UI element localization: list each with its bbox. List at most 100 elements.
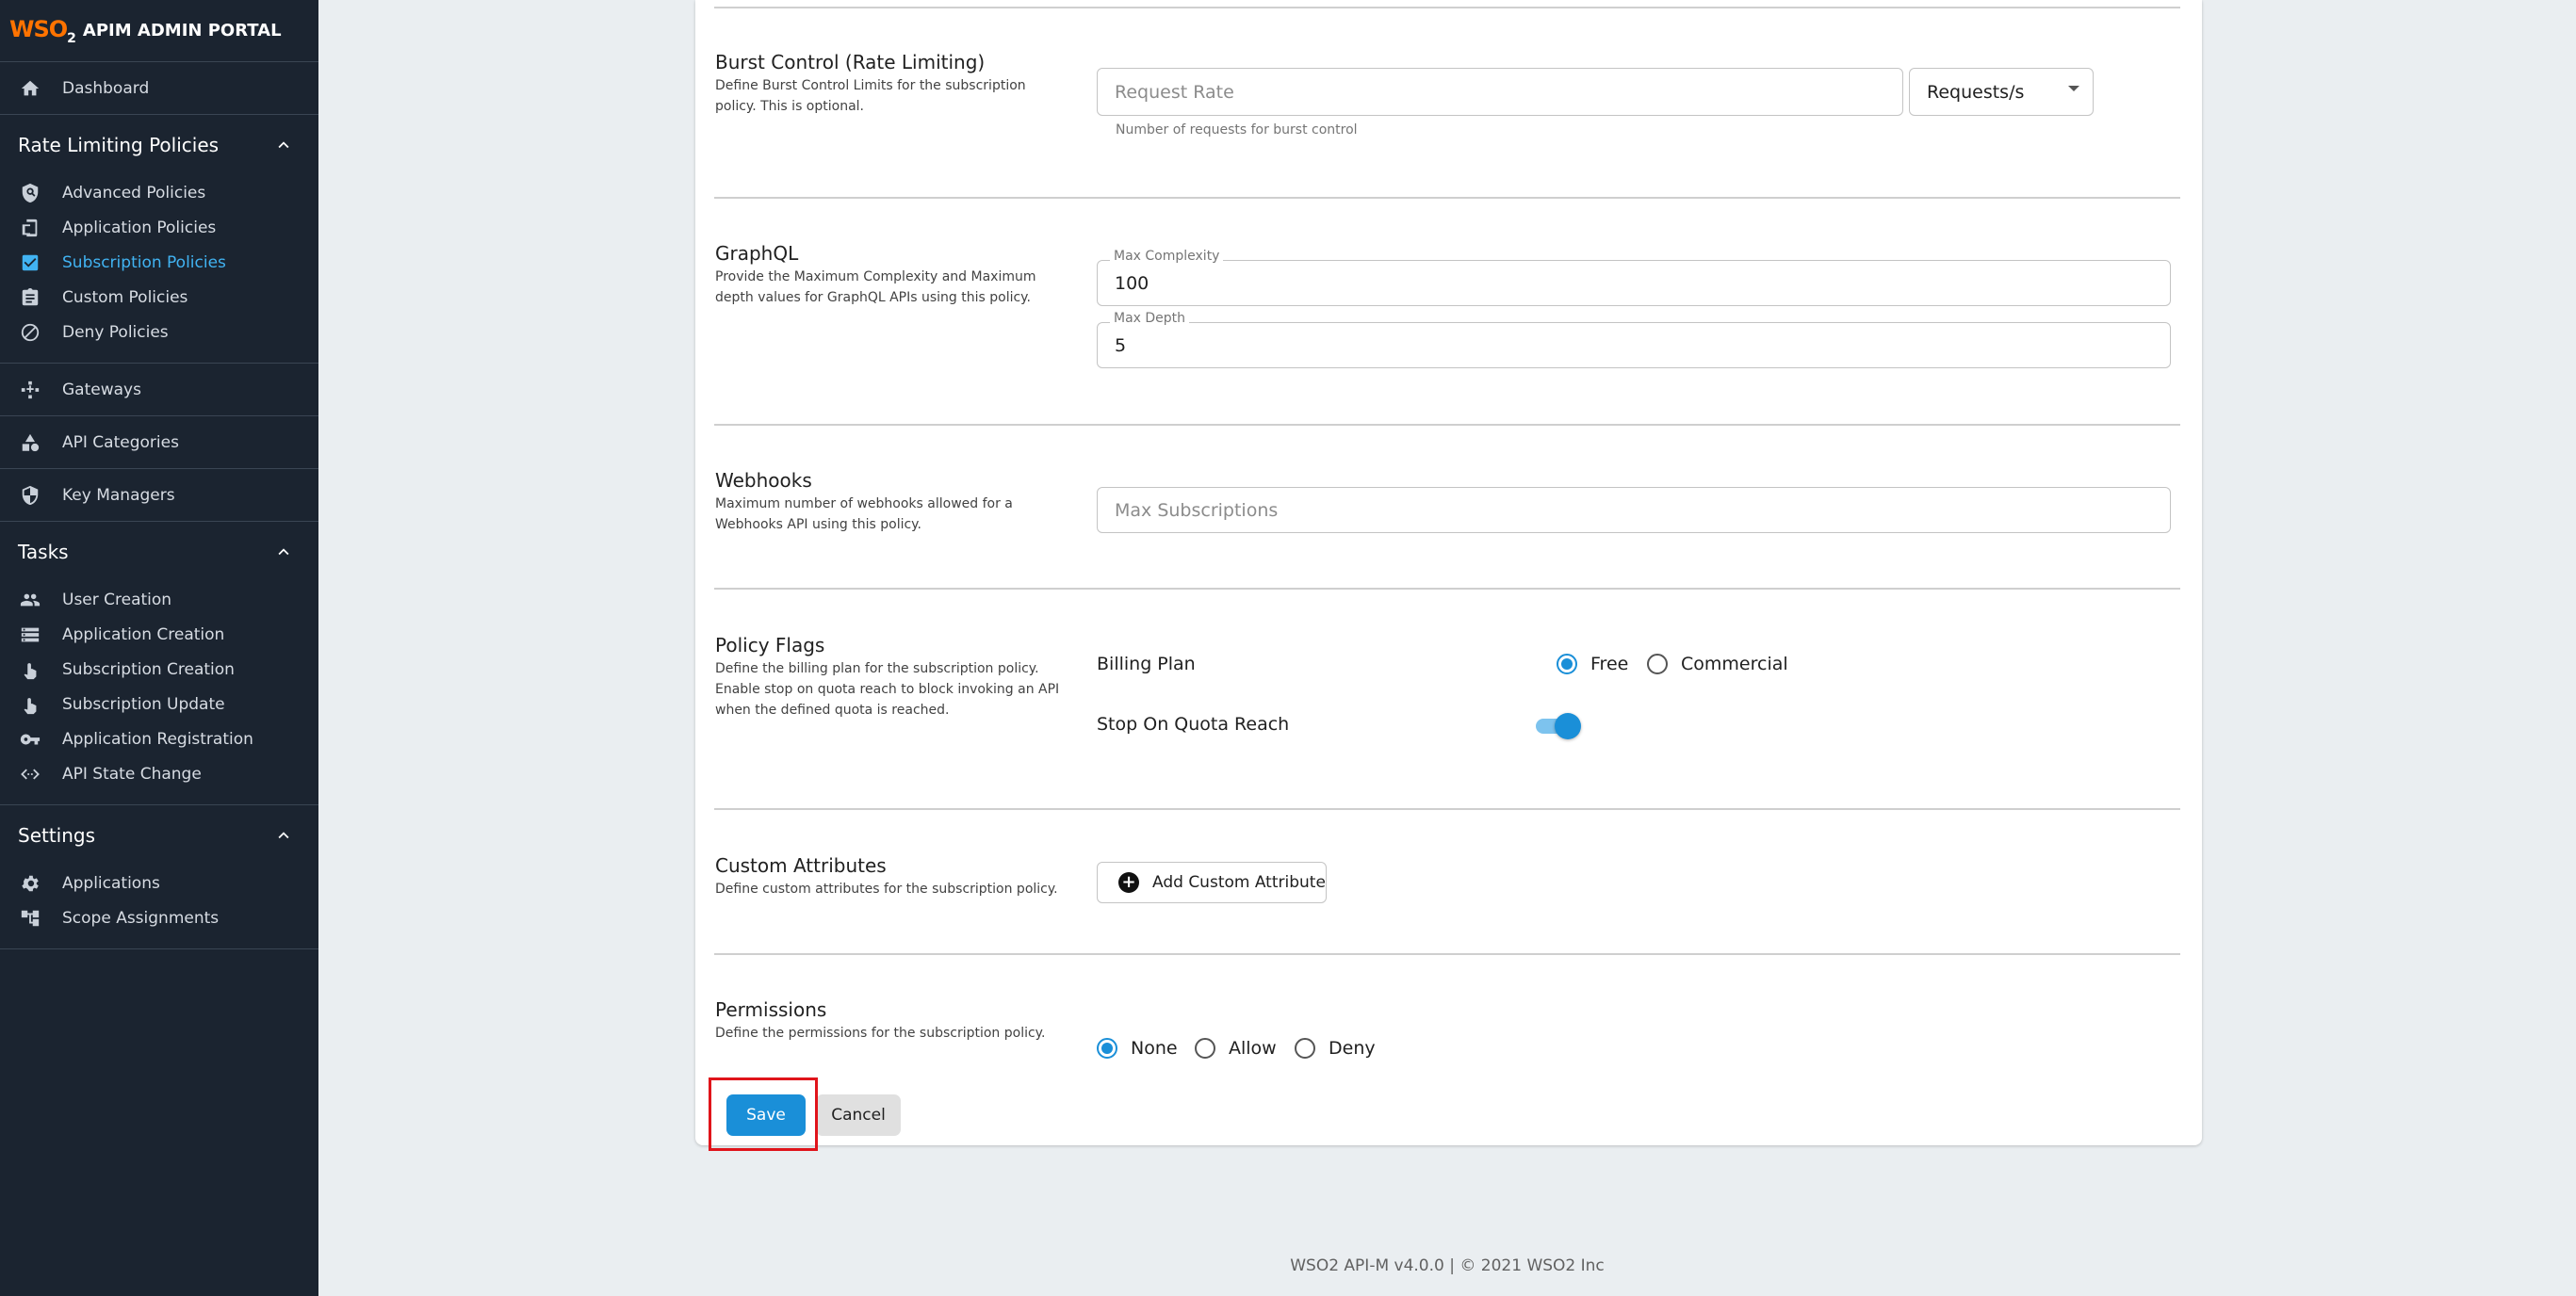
sidebar-item-label: Key Managers <box>62 485 175 505</box>
button-label: Add Custom Attribute <box>1152 873 1326 892</box>
add-custom-attribute-button[interactable]: + Add Custom Attribute <box>1097 862 1327 903</box>
sidebar-item-subscription-policies[interactable]: Subscription Policies <box>0 245 318 280</box>
burst-control-description: Define Burst Control Limits for the subs… <box>715 78 1026 114</box>
radio-checked-icon <box>1097 1038 1117 1059</box>
brand-header[interactable]: WSO2 APIM ADMIN PORTAL <box>0 0 318 62</box>
settings-group: Settings Applications Scope Assignments <box>0 805 318 949</box>
sidebar-item-custom-policies[interactable]: Custom Policies <box>0 280 318 315</box>
sidebar-item-application-creation[interactable]: Application Creation <box>0 617 318 652</box>
caret-down-icon <box>2068 86 2079 91</box>
section-divider <box>714 7 2180 8</box>
category-icon <box>19 431 41 454</box>
sidebar-item-user-creation[interactable]: User Creation <box>0 582 318 617</box>
radio-unchecked-icon <box>1647 654 1668 674</box>
sidebar: WSO2 APIM ADMIN PORTAL Dashboard Rate Li… <box>0 0 318 1296</box>
sidebar-item-application-registration[interactable]: Application Registration <box>0 721 318 756</box>
toggle-thumb <box>1555 713 1581 739</box>
save-button-highlight <box>709 1077 818 1151</box>
permissions-description: Define the permissions for the subscript… <box>715 1026 1046 1041</box>
app-icon <box>19 217 41 239</box>
sidebar-item-label: Gateways <box>62 380 141 399</box>
burst-control-title: Burst Control (Rate Limiting) <box>715 51 986 73</box>
sidebar-item-application-policies[interactable]: Application Policies <box>0 210 318 245</box>
custom-attributes-title: Custom Attributes <box>715 854 887 877</box>
radio-checked-icon <box>1557 654 1577 674</box>
rate-unit-select[interactable]: Requests/s <box>1909 68 2094 116</box>
max-depth-input[interactable]: 5 <box>1097 322 2171 368</box>
gateway-icon <box>19 379 41 401</box>
graphql-description: Provide the Maximum Complexity and Maxim… <box>715 269 1036 305</box>
sidebar-item-scope-assignments[interactable]: Scope Assignments <box>0 900 318 935</box>
sidebar-item-deny-policies[interactable]: Deny Policies <box>0 315 318 349</box>
policy-flags-title: Policy Flags <box>715 634 825 656</box>
chevron-up-icon <box>278 832 289 839</box>
sidebar-item-advanced-policies[interactable]: Advanced Policies <box>0 175 318 210</box>
settings-header[interactable]: Settings <box>0 805 318 866</box>
sidebar-item-label: Subscription Creation <box>62 659 235 679</box>
sidebar-item-label: Application Creation <box>62 624 225 644</box>
sidebar-item-label: Subscription Update <box>62 694 225 714</box>
stop-on-quota-toggle[interactable] <box>1532 712 1581 740</box>
tasks-group: Tasks User Creation Application Creation… <box>0 522 318 805</box>
sidebar-item-dashboard[interactable]: Dashboard <box>0 62 318 115</box>
wso2-logo: WSO2 <box>9 15 76 46</box>
radio-label: Commercial <box>1681 654 1788 674</box>
key-icon <box>19 728 41 751</box>
section-divider <box>714 953 2180 955</box>
graphql-title: GraphQL <box>715 242 799 265</box>
radio-label: Deny <box>1329 1038 1376 1059</box>
sidebar-item-gateways[interactable]: Gateways <box>0 364 318 416</box>
cancel-button[interactable]: Cancel <box>816 1094 901 1136</box>
sidebar-item-api-state-change[interactable]: API State Change <box>0 756 318 791</box>
sidebar-item-label: Advanced Policies <box>62 183 206 202</box>
section-divider <box>714 588 2180 590</box>
security-icon <box>19 484 41 507</box>
sidebar-item-label: Applications <box>62 873 160 893</box>
max-complexity-input[interactable]: 100 <box>1097 260 2171 306</box>
footer: WSO2 API-M v4.0.0 | © 2021 WSO2 Inc <box>1290 1256 1605 1275</box>
home-icon <box>19 77 41 100</box>
group-title: Settings <box>18 824 96 847</box>
people-icon <box>19 589 41 611</box>
sidebar-item-key-managers[interactable]: Key Managers <box>0 469 318 522</box>
webhooks-title: Webhooks <box>715 469 812 492</box>
sidebar-item-label: Scope Assignments <box>62 908 220 928</box>
sidebar-item-subscription-update[interactable]: Subscription Update <box>0 687 318 721</box>
rate-unit-value: Requests/s <box>1927 81 2025 103</box>
tree-icon <box>19 907 41 930</box>
stop-on-quota-label: Stop On Quota Reach <box>1097 714 1290 735</box>
sidebar-item-label: Subscription Policies <box>62 252 226 272</box>
touch-icon <box>19 693 41 716</box>
policy-flags-description: Define the billing plan for the subscrip… <box>715 661 1060 718</box>
tasks-header[interactable]: Tasks <box>0 522 318 582</box>
sidebar-item-applications[interactable]: Applications <box>0 866 318 900</box>
billing-plan-label: Billing Plan <box>1097 654 1196 674</box>
permission-deny-radio[interactable]: Deny <box>1295 1038 1376 1059</box>
block-icon <box>19 321 41 344</box>
code-icon <box>19 763 41 786</box>
sidebar-item-label: User Creation <box>62 590 172 609</box>
max-depth-label: Max Depth <box>1110 311 1190 326</box>
checkbox-icon <box>19 251 41 274</box>
sidebar-item-api-categories[interactable]: API Categories <box>0 416 318 469</box>
request-rate-input[interactable]: Request Rate <box>1097 68 1903 116</box>
sidebar-item-subscription-creation[interactable]: Subscription Creation <box>0 652 318 687</box>
section-divider <box>714 808 2180 810</box>
sidebar-item-label: API State Change <box>62 764 202 784</box>
sidebar-item-label: Deny Policies <box>62 322 169 342</box>
max-subscriptions-input[interactable]: Max Subscriptions <box>1097 487 2171 533</box>
touch-icon <box>19 658 41 681</box>
storage-icon <box>19 624 41 646</box>
billing-free-radio[interactable]: Free <box>1557 654 1628 674</box>
billing-commercial-radio[interactable]: Commercial <box>1647 654 1788 674</box>
clipboard-icon <box>19 286 41 309</box>
shield-search-icon <box>19 182 41 204</box>
max-complexity-label: Max Complexity <box>1110 249 1224 264</box>
portal-title: APIM ADMIN PORTAL <box>82 21 282 40</box>
radio-label: Allow <box>1229 1038 1277 1059</box>
chevron-up-icon <box>278 548 289 556</box>
permission-none-radio[interactable]: None <box>1097 1038 1178 1059</box>
sidebar-item-label: Application Policies <box>62 218 217 237</box>
permission-allow-radio[interactable]: Allow <box>1195 1038 1277 1059</box>
rate-limiting-header[interactable]: Rate Limiting Policies <box>0 115 318 175</box>
